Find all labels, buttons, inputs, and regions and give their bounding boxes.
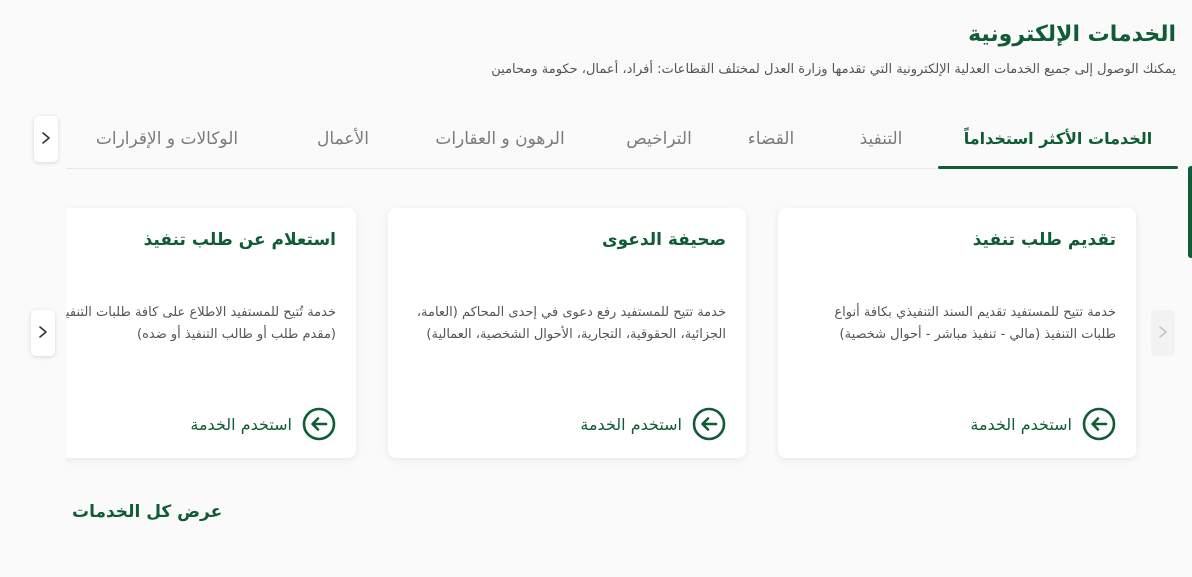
page-subtitle: يمكنك الوصول إلى جميع الخدمات العدلية ال…	[491, 62, 1176, 77]
view-all-services-link[interactable]: عرض كل الخدمات	[72, 502, 222, 522]
service-card-title: استعلام عن طلب تنفيذ	[143, 230, 336, 250]
service-card-title: صحيفة الدعوى	[602, 230, 726, 250]
page-title: الخدمات الإلكترونية	[968, 22, 1176, 47]
tab-most-used[interactable]: الخدمات الأكثر استخداماً	[938, 118, 1178, 169]
tab-judiciary[interactable]: القضاء	[726, 118, 816, 168]
use-service-label: استخدم الخدمة	[970, 414, 1072, 434]
service-category-tabs: الخدمات الأكثر استخداماً التنفيذ القضاء …	[66, 118, 1178, 169]
service-card: تقديم طلب تنفيذ خدمة تتيح للمستفيد تقديم…	[778, 208, 1136, 458]
carousel-next-button[interactable]	[31, 310, 55, 356]
use-service-button[interactable]: استخدم الخدمة	[190, 407, 336, 441]
side-feedback-tab[interactable]	[1188, 166, 1192, 258]
carousel-prev-button[interactable]	[1151, 310, 1175, 356]
use-service-button[interactable]: استخدم الخدمة	[580, 407, 726, 441]
tabs-next-button[interactable]	[34, 116, 58, 162]
chevron-right-icon	[1156, 324, 1170, 343]
use-service-label: استخدم الخدمة	[580, 414, 682, 434]
service-card: صحيفة الدعوى خدمة تتيح للمستفيد رفع دعوى…	[388, 208, 746, 458]
chevron-right-icon	[39, 130, 53, 149]
chevron-right-icon	[36, 324, 50, 343]
service-card-description: خدمة تتيح للمستفيد رفع دعوى في إحدى المح…	[416, 305, 726, 342]
tab-business[interactable]: الأعمال	[288, 118, 398, 168]
services-carousel: تقديم طلب تنفيذ خدمة تتيح للمستفيد تقديم…	[66, 190, 1178, 480]
service-card: استعلام عن طلب تنفيذ خدمة تُتيح للمستفيد…	[66, 208, 356, 458]
service-card-description: خدمة تُتيح للمستفيد الاطلاع على كافة طلب…	[66, 305, 336, 342]
arrow-left-circle-icon	[692, 407, 726, 441]
service-card-description: خدمة تتيح للمستفيد تقديم السند التنفيذي …	[834, 305, 1116, 342]
tab-mortgages-real-estate[interactable]: الرهون و العقارات	[406, 118, 594, 168]
use-service-button[interactable]: استخدم الخدمة	[970, 407, 1116, 441]
tab-agencies-acknowledgements[interactable]: الوكالات و الإقرارات	[72, 118, 262, 168]
tab-licenses[interactable]: التراخيص	[604, 118, 714, 168]
use-service-label: استخدم الخدمة	[190, 414, 292, 434]
arrow-left-circle-icon	[1082, 407, 1116, 441]
tab-execution[interactable]: التنفيذ	[826, 118, 936, 168]
service-card-title: تقديم طلب تنفيذ	[972, 230, 1116, 250]
arrow-left-circle-icon	[302, 407, 336, 441]
